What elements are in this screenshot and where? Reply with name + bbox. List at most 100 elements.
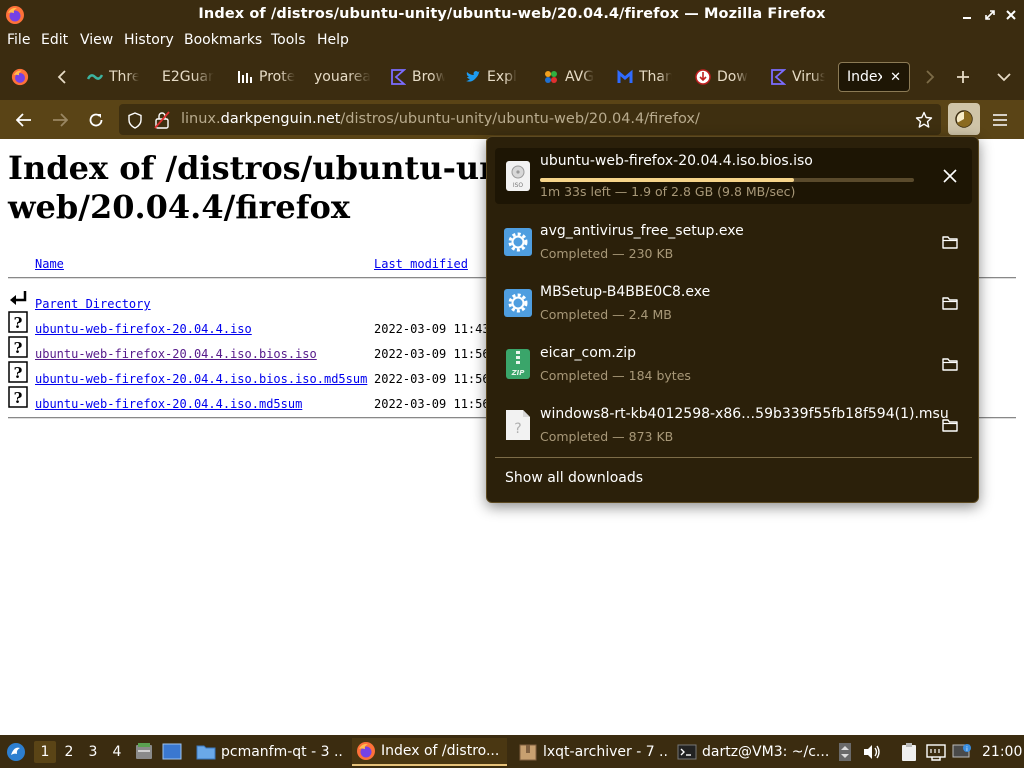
bracket-favicon-icon bbox=[390, 69, 406, 85]
svg-text:?: ? bbox=[514, 421, 521, 437]
clock[interactable]: 21:00 bbox=[982, 735, 1022, 768]
tab-index-active[interactable]: Index ✕ bbox=[838, 62, 910, 92]
tab-e2guardian[interactable]: E2Guar bbox=[162, 62, 222, 92]
downloads-button[interactable] bbox=[948, 103, 980, 135]
task-pcmanfm[interactable]: pcmanfm-qt - 3 ... bbox=[192, 738, 344, 766]
show-all-downloads-button[interactable]: Show all downloads bbox=[505, 470, 643, 486]
virustotal-favicon-icon bbox=[770, 69, 786, 85]
desktop-2-button[interactable]: 2 bbox=[58, 741, 80, 763]
downloads-panel: ISO ubuntu-web-firefox-20.04.4.iso.bios.… bbox=[486, 136, 979, 503]
hamburger-menu-icon bbox=[993, 114, 1007, 126]
tab-label: AVG bbox=[565, 69, 595, 85]
app-menu-button[interactable] bbox=[985, 105, 1015, 135]
url-text[interactable]: linux.darkpenguin.net/distros/ubuntu-uni… bbox=[181, 111, 700, 127]
tab-thanks[interactable]: Than bbox=[617, 62, 672, 92]
download-progress-bar bbox=[540, 178, 914, 182]
network-button[interactable] bbox=[925, 741, 947, 763]
show-in-folder-button[interactable] bbox=[938, 291, 962, 315]
tab-label: E2Guar bbox=[162, 69, 214, 85]
quicklaunch-files[interactable] bbox=[133, 741, 155, 763]
scroll-tabs-right-button[interactable] bbox=[915, 62, 945, 92]
maximize-button[interactable] bbox=[980, 5, 1000, 25]
tab-explore[interactable]: Expl bbox=[465, 62, 520, 92]
show-in-folder-button[interactable] bbox=[938, 230, 962, 254]
download-item[interactable]: avg_antivirus_free_setup.exe Completed —… bbox=[495, 214, 972, 270]
clipboard-button[interactable] bbox=[898, 741, 920, 763]
menu-help-label: Help bbox=[317, 32, 349, 48]
terminal-icon bbox=[677, 744, 697, 760]
desktop-4-button[interactable]: 4 bbox=[106, 741, 128, 763]
show-desktop-button[interactable] bbox=[161, 741, 183, 763]
tab-label: Thre bbox=[109, 69, 139, 85]
file-date: 2022-03-09 11:56 bbox=[374, 347, 490, 361]
file-link[interactable]: ubuntu-web-firefox-20.04.4.iso bbox=[35, 322, 252, 336]
cancel-download-button[interactable] bbox=[938, 164, 962, 188]
task-label: lxqt-archiver - 7 ... bbox=[543, 744, 667, 760]
shield-icon[interactable] bbox=[125, 110, 145, 130]
file-link[interactable]: ubuntu-web-firefox-20.04.4.iso.bios.iso.… bbox=[35, 372, 367, 386]
new-tab-button[interactable] bbox=[948, 62, 978, 92]
unknown-file-icon: ? bbox=[8, 386, 28, 408]
desktop-3-button[interactable]: 3 bbox=[82, 741, 104, 763]
close-window-button[interactable] bbox=[1001, 5, 1021, 25]
download-item[interactable]: ZIP eicar_com.zip Completed — 184 bytes bbox=[495, 336, 972, 392]
tab-avg[interactable]: AVG bbox=[543, 62, 595, 92]
scroll-tabs-left-button[interactable] bbox=[47, 62, 77, 92]
update-notifier-button[interactable]: i bbox=[951, 741, 973, 763]
menu-bookmarks[interactable]: Bookmarks bbox=[184, 32, 262, 48]
tab-browse[interactable]: Brow bbox=[390, 62, 445, 92]
file-manager-icon bbox=[136, 743, 152, 759]
file-link[interactable]: ubuntu-web-firefox-20.04.4.iso.md5sum bbox=[35, 397, 302, 411]
menu-file[interactable]: File bbox=[7, 32, 30, 48]
tab-threat[interactable]: Thre bbox=[87, 62, 139, 92]
folder-icon bbox=[196, 745, 216, 760]
bookmark-star-icon[interactable] bbox=[914, 110, 934, 130]
unknown-file-icon: ? bbox=[506, 410, 530, 440]
close-tab-icon[interactable]: ✕ bbox=[890, 70, 901, 85]
menu-edit[interactable]: Edit bbox=[41, 32, 68, 48]
show-in-folder-button[interactable] bbox=[938, 413, 962, 437]
download-item[interactable]: ISO ubuntu-web-firefox-20.04.4.iso.bios.… bbox=[495, 148, 972, 204]
menu-tools[interactable]: Tools bbox=[271, 32, 306, 48]
tray-scroll-button[interactable] bbox=[834, 741, 856, 763]
chevron-down-icon bbox=[997, 73, 1011, 82]
sort-by-name-link[interactable]: Name bbox=[35, 257, 64, 271]
forward-button[interactable] bbox=[45, 105, 75, 135]
tab-virustotal[interactable]: Virus bbox=[770, 62, 825, 92]
address-bar[interactable]: linux.darkpenguin.net/distros/ubuntu-uni… bbox=[119, 104, 941, 135]
exe-gear-icon bbox=[504, 228, 532, 256]
show-in-folder-button[interactable] bbox=[938, 352, 962, 376]
task-terminal[interactable]: dartz@VM3: ~/c... bbox=[673, 738, 829, 766]
task-firefox[interactable]: Index of /distro... bbox=[352, 738, 507, 766]
tab-download[interactable]: Dow bbox=[695, 62, 749, 92]
svg-text:?: ? bbox=[14, 389, 23, 407]
back-button[interactable] bbox=[9, 105, 39, 135]
chevron-left-icon bbox=[57, 70, 66, 84]
unknown-file-icon: ? bbox=[8, 311, 28, 333]
desktop-1-button[interactable]: 1 bbox=[34, 741, 56, 763]
reload-button[interactable] bbox=[81, 105, 111, 135]
parent-directory-link[interactable]: Parent Directory bbox=[35, 297, 151, 311]
url-prefix: linux. bbox=[181, 111, 221, 127]
menu-history[interactable]: History bbox=[124, 32, 174, 48]
list-all-tabs-button[interactable] bbox=[989, 62, 1019, 92]
download-item[interactable]: ? windows8-rt-kb4012598-x86…59b339f55fb1… bbox=[495, 397, 972, 453]
file-date: 2022-03-09 11:43 bbox=[374, 322, 490, 336]
zip-icon-label: ZIP bbox=[511, 369, 526, 377]
volume-button[interactable] bbox=[861, 741, 883, 763]
menu-help[interactable]: Help bbox=[317, 32, 349, 48]
archive-icon bbox=[519, 744, 537, 761]
tab-protect[interactable]: Prote bbox=[237, 62, 295, 92]
insecure-lock-icon[interactable] bbox=[152, 110, 172, 130]
cancel-icon bbox=[943, 169, 957, 183]
sort-by-modified-link[interactable]: Last modified bbox=[374, 257, 468, 271]
navigation-toolbar: linux.darkpenguin.net/distros/ubuntu-uni… bbox=[0, 100, 1024, 139]
file-link[interactable]: ubuntu-web-firefox-20.04.4.iso.bios.iso bbox=[35, 347, 317, 361]
start-menu-button[interactable] bbox=[5, 741, 27, 763]
firefox-view-button[interactable] bbox=[5, 62, 35, 92]
menu-view[interactable]: View bbox=[80, 32, 113, 48]
tab-youarea[interactable]: youarea bbox=[314, 62, 372, 92]
minimize-button[interactable] bbox=[957, 5, 977, 25]
task-lxqt-archiver[interactable]: lxqt-archiver - 7 ... bbox=[514, 738, 667, 766]
download-item[interactable]: MBSetup-B4BBE0C8.exe Completed — 2.4 MB bbox=[495, 275, 972, 331]
